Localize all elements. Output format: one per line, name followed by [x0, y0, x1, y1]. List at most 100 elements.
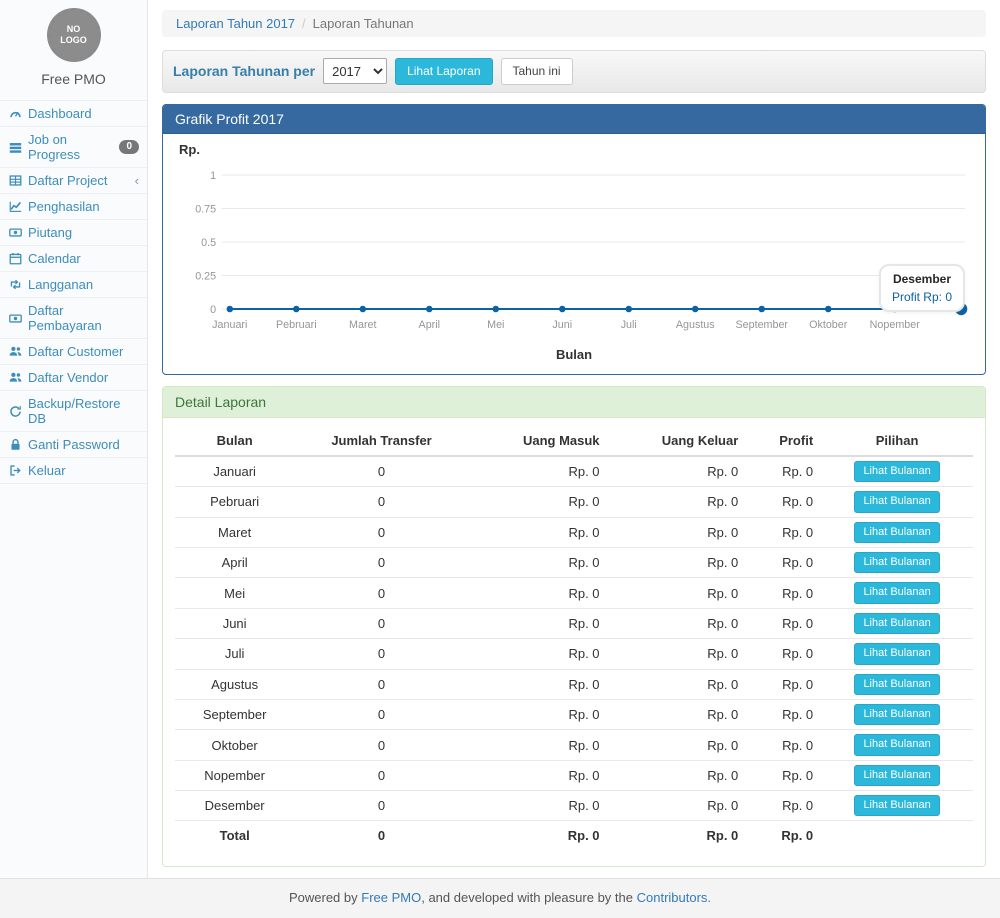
total-value-cell: Rp. 0 [608, 821, 747, 851]
month-cell: Desember [175, 791, 294, 821]
x-tick-label: Nopember [870, 319, 921, 331]
lihat-bulanan-button[interactable]: Lihat Bulanan [854, 734, 939, 755]
action-cell: Lihat Bulanan [821, 547, 973, 577]
value-cell: Rp. 0 [469, 699, 608, 729]
x-tick-label: Pebruari [276, 319, 317, 331]
breadcrumb-link[interactable]: Laporan Tahun 2017 [176, 16, 295, 31]
report-table-wrap: BulanJumlah TransferUang MasukUang Kelua… [163, 418, 985, 867]
sidebar-item-label: Daftar Pembayaran [28, 303, 139, 333]
month-cell: September [175, 699, 294, 729]
sidebar-item-penghasilan[interactable]: Penghasilan [0, 194, 147, 220]
breadcrumb-separator: / [302, 16, 306, 31]
lihat-bulanan-button[interactable]: Lihat Bulanan [854, 795, 939, 816]
sidebar-item-ganti-password[interactable]: Ganti Password [0, 432, 147, 458]
value-cell: Rp. 0 [469, 608, 608, 638]
value-cell: Rp. 0 [469, 730, 608, 760]
value-cell: Rp. 0 [746, 669, 821, 699]
sidebar-item-daftar-pembayaran[interactable]: Daftar Pembayaran [0, 298, 147, 339]
y-tick-label: 0 [210, 304, 216, 316]
value-cell: Rp. 0 [608, 578, 747, 608]
footer-text-middle: , and developed with pleasure by the [421, 890, 633, 905]
lihat-bulanan-button[interactable]: Lihat Bulanan [854, 765, 939, 786]
chart-point-juli[interactable] [626, 305, 632, 312]
report-table-foot: Total0Rp. 0Rp. 0Rp. 0 [175, 821, 973, 851]
lihat-bulanan-button[interactable]: Lihat Bulanan [854, 613, 939, 634]
table-row: Mei0Rp. 0Rp. 0Rp. 0Lihat Bulanan [175, 578, 973, 608]
chart-point-pebruari[interactable] [293, 305, 299, 312]
action-cell: Lihat Bulanan [821, 578, 973, 608]
lihat-bulanan-button[interactable]: Lihat Bulanan [854, 704, 939, 725]
sidebar-item-keluar[interactable]: Keluar [0, 458, 147, 484]
chart-point-mei[interactable] [493, 305, 499, 312]
lihat-bulanan-button[interactable]: Lihat Bulanan [854, 552, 939, 573]
this-year-button[interactable]: Tahun ini [501, 58, 573, 85]
chart-point-juni[interactable] [559, 305, 565, 312]
total-empty-cell [821, 821, 973, 851]
table-row: Januari0Rp. 0Rp. 0Rp. 0Lihat Bulanan [175, 456, 973, 487]
count-badge: 0 [119, 140, 139, 154]
chart-point-maret[interactable] [360, 305, 366, 312]
value-cell: Rp. 0 [608, 791, 747, 821]
month-cell: Agustus [175, 669, 294, 699]
value-cell: 0 [294, 730, 469, 760]
lihat-bulanan-button[interactable]: Lihat Bulanan [854, 522, 939, 543]
year-select[interactable]: 2017 [323, 58, 387, 84]
sidebar-item-piutang[interactable]: Piutang [0, 220, 147, 246]
lihat-bulanan-button[interactable]: Lihat Bulanan [854, 491, 939, 512]
tooltip-month: Desember [892, 272, 952, 286]
chart-point-september[interactable] [759, 305, 765, 312]
sidebar-item-langganan[interactable]: Langganan [0, 272, 147, 298]
footer-brand-link[interactable]: Free PMO [361, 890, 421, 905]
value-cell: Rp. 0 [469, 547, 608, 577]
report-table: BulanJumlah TransferUang MasukUang Kelua… [175, 426, 973, 851]
action-cell: Lihat Bulanan [821, 517, 973, 547]
detail-panel-title: Detail Laporan [163, 387, 985, 418]
total-value-cell: Rp. 0 [746, 821, 821, 851]
filter-label: Laporan Tahunan per [173, 63, 315, 79]
lihat-bulanan-button[interactable]: Lihat Bulanan [854, 582, 939, 603]
value-cell: Rp. 0 [469, 760, 608, 790]
sidebar-item-dashboard[interactable]: Dashboard [0, 101, 147, 127]
chart-panel-title: Grafik Profit 2017 [163, 105, 985, 134]
month-cell: April [175, 547, 294, 577]
sidebar-item-daftar-customer[interactable]: Daftar Customer [0, 339, 147, 365]
value-cell: Rp. 0 [746, 791, 821, 821]
tooltip-value: Profit Rp: 0 [892, 290, 952, 304]
sidebar-item-job-on-progress[interactable]: Job on Progress0 [0, 127, 147, 168]
chart-point-april[interactable] [426, 305, 432, 312]
value-cell: Rp. 0 [746, 517, 821, 547]
report-filter-bar: Laporan Tahunan per 2017 Lihat Laporan T… [162, 50, 986, 93]
sidebar-item-label: Daftar Project [28, 173, 107, 188]
total-value-cell: Rp. 0 [469, 821, 608, 851]
table-row: Pebruari0Rp. 0Rp. 0Rp. 0Lihat Bulanan [175, 487, 973, 517]
value-cell: Rp. 0 [469, 487, 608, 517]
view-report-button[interactable]: Lihat Laporan [395, 58, 492, 85]
month-cell: Juli [175, 639, 294, 669]
action-cell: Lihat Bulanan [821, 639, 973, 669]
lihat-bulanan-button[interactable]: Lihat Bulanan [854, 461, 939, 482]
sidebar-item-label: Backup/Restore DB [28, 396, 139, 426]
calendar-icon [8, 252, 22, 266]
value-cell: 0 [294, 639, 469, 669]
footer-contributors-link[interactable]: Contributors. [637, 890, 711, 905]
action-cell: Lihat Bulanan [821, 456, 973, 487]
sidebar-item-daftar-project[interactable]: Daftar Project‹ [0, 168, 147, 194]
sidebar-item-calendar[interactable]: Calendar [0, 246, 147, 272]
lihat-bulanan-button[interactable]: Lihat Bulanan [854, 674, 939, 695]
lihat-bulanan-button[interactable]: Lihat Bulanan [854, 643, 939, 664]
chart-point-agustus[interactable] [692, 305, 698, 312]
profit-chart: 10.750.50.250JanuariPebruariMaretAprilMe… [177, 161, 971, 347]
sidebar-item-daftar-vendor[interactable]: Daftar Vendor [0, 365, 147, 391]
value-cell: 0 [294, 699, 469, 729]
table-row: Juni0Rp. 0Rp. 0Rp. 0Lihat Bulanan [175, 608, 973, 638]
value-cell: Rp. 0 [608, 456, 747, 487]
sidebar-item-backup-restore-db[interactable]: Backup/Restore DB [0, 391, 147, 432]
month-cell: Pebruari [175, 487, 294, 517]
money-icon [8, 311, 22, 325]
sign-out-icon [8, 464, 22, 478]
value-cell: Rp. 0 [608, 517, 747, 547]
chart-point-januari[interactable] [227, 305, 233, 312]
no-logo-badge: NO LOGO [47, 8, 101, 62]
chart-point-oktober[interactable] [825, 305, 831, 312]
sidebar-menu: DashboardJob on Progress0Daftar Project‹… [0, 100, 147, 484]
